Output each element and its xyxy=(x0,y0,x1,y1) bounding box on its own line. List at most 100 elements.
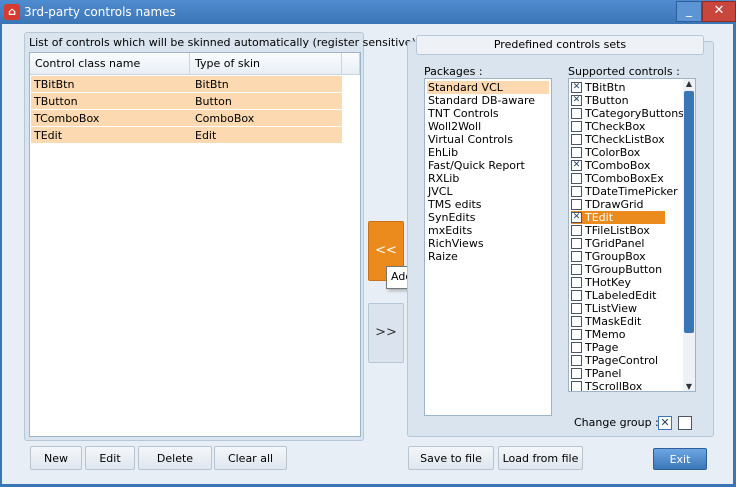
checkbox-icon[interactable] xyxy=(571,316,582,327)
checkbox-icon[interactable] xyxy=(571,238,582,249)
checkbox-icon[interactable] xyxy=(571,368,582,379)
control-item[interactable]: TPage xyxy=(571,341,665,354)
table-row[interactable]: TEdit Edit xyxy=(31,127,342,143)
control-item[interactable]: TMemo xyxy=(571,328,665,341)
package-item[interactable]: Woll2Woll xyxy=(427,120,481,133)
skin-type-cell: Edit xyxy=(195,129,217,142)
control-item[interactable]: ✕ TEdit xyxy=(571,211,665,224)
package-item[interactable]: mxEdits xyxy=(427,224,472,237)
table-row[interactable]: TButton Button xyxy=(31,93,342,109)
package-item[interactable]: Fast/Quick Report xyxy=(427,159,525,172)
package-item[interactable]: EhLib xyxy=(427,146,458,159)
package-item[interactable]: Virtual Controls xyxy=(427,133,513,146)
checkbox-checked-icon[interactable]: ✕ xyxy=(571,160,582,171)
checkbox-icon[interactable] xyxy=(571,134,582,145)
control-item-label: TDateTimePicker xyxy=(585,185,678,198)
control-item[interactable]: TGroupBox xyxy=(571,250,665,263)
package-item[interactable]: Standard DB-aware xyxy=(427,94,535,107)
package-item[interactable]: Standard VCL xyxy=(427,81,549,94)
control-item[interactable]: TCheckListBox xyxy=(571,133,665,146)
supported-controls-list[interactable]: ✕ TBitBtn ✕ TButton TCategoryButtons TCheckBo… xyxy=(568,78,696,392)
control-item[interactable]: TDateTimePicker xyxy=(571,185,678,198)
control-item[interactable]: TFileListBox xyxy=(571,224,665,237)
checkbox-icon[interactable] xyxy=(571,186,582,197)
control-item[interactable]: TColorBox xyxy=(571,146,665,159)
scrollbar-thumb[interactable] xyxy=(684,91,694,333)
control-item[interactable]: TCategoryButtons xyxy=(571,107,684,120)
checkbox-icon[interactable] xyxy=(571,342,582,353)
control-item-label: TComboBoxEx xyxy=(585,172,664,185)
package-item[interactable]: JVCL xyxy=(427,185,453,198)
package-item[interactable]: TNT Controls xyxy=(427,107,499,120)
checkbox-icon[interactable] xyxy=(571,290,582,301)
checkbox-icon[interactable] xyxy=(571,147,582,158)
package-item[interactable]: RichViews xyxy=(427,237,484,250)
package-item[interactable]: RXLib xyxy=(427,172,459,185)
control-item[interactable]: TGridPanel xyxy=(571,237,665,250)
control-item[interactable]: TLabeledEdit xyxy=(571,289,665,302)
minimize-button[interactable]: _ xyxy=(676,1,702,22)
checkbox-icon[interactable] xyxy=(571,225,582,236)
checkbox-icon[interactable] xyxy=(571,173,582,184)
checkbox-icon[interactable] xyxy=(571,251,582,262)
control-item[interactable]: THotKey xyxy=(571,276,665,289)
checkbox-checked-icon[interactable]: ✕ xyxy=(571,82,582,93)
package-item[interactable]: Raize xyxy=(427,250,458,263)
control-item[interactable]: ✕ TBitBtn xyxy=(571,81,665,94)
controls-list[interactable]: Control class name Type of skin TBitBtn B… xyxy=(29,52,361,437)
control-item[interactable]: ✕ TButton xyxy=(571,94,665,107)
checkbox-icon[interactable] xyxy=(571,108,582,119)
change-group-checked-icon[interactable]: ✕ xyxy=(658,416,672,430)
control-item[interactable]: TPageControl xyxy=(571,354,665,367)
checkbox-icon[interactable] xyxy=(571,199,582,210)
checkbox-icon[interactable] xyxy=(571,303,582,314)
table-row[interactable]: TBitBtn BitBtn xyxy=(31,76,342,92)
clear-all-button[interactable]: Clear all xyxy=(214,446,287,470)
checkbox-icon[interactable] xyxy=(571,381,582,391)
delete-button[interactable]: Delete xyxy=(138,446,212,470)
control-item[interactable]: TComboBoxEx xyxy=(571,172,665,185)
control-item-label: TScrollBox xyxy=(585,380,643,392)
package-item[interactable]: TMS edits xyxy=(427,198,482,211)
control-item[interactable]: TCheckBox xyxy=(571,120,665,133)
close-button[interactable]: ✕ xyxy=(702,1,736,22)
control-item[interactable]: TListView xyxy=(571,302,665,315)
package-item[interactable]: SynEdits xyxy=(427,211,476,224)
scroll-up-icon[interactable]: ▲ xyxy=(684,79,694,88)
checkbox-icon[interactable] xyxy=(571,121,582,132)
control-item-label: TButton xyxy=(585,94,629,107)
checkbox-checked-icon[interactable]: ✕ xyxy=(571,95,582,106)
checkbox-icon[interactable] xyxy=(571,277,582,288)
exit-button[interactable]: Exit xyxy=(653,448,707,470)
title-bar: ⌂ 3rd-party controls names _ ✕ xyxy=(0,0,736,24)
checkbox-icon[interactable] xyxy=(571,329,582,340)
scrollbar-track[interactable]: ▲ ▼ xyxy=(683,79,695,391)
control-item[interactable]: TPanel xyxy=(571,367,665,380)
new-button[interactable]: New xyxy=(30,446,82,470)
window-title: 3rd-party controls names xyxy=(24,5,176,19)
load-from-file-button[interactable]: Load from file xyxy=(498,446,583,470)
edit-button[interactable]: Edit xyxy=(85,446,135,470)
control-class-cell: TComboBox xyxy=(34,112,100,125)
control-item[interactable]: TGroupButton xyxy=(571,263,665,276)
control-item-label: TDrawGrid xyxy=(585,198,644,211)
control-item[interactable]: TDrawGrid xyxy=(571,198,665,211)
control-item-label: THotKey xyxy=(585,276,631,289)
save-to-file-button[interactable]: Save to file xyxy=(408,446,494,470)
control-item[interactable]: TMaskEdit xyxy=(571,315,665,328)
remove-package-button[interactable]: >> xyxy=(368,303,404,363)
checkbox-icon[interactable] xyxy=(571,264,582,275)
scroll-down-icon[interactable]: ▼ xyxy=(684,382,694,391)
control-item-label: TPanel xyxy=(585,367,622,380)
column-header-skin[interactable]: Type of skin xyxy=(190,53,342,75)
skin-type-cell: BitBtn xyxy=(195,78,229,91)
control-class-cell: TEdit xyxy=(34,129,63,142)
packages-list[interactable]: Standard VCL Standard DB-aware TNT Control… xyxy=(424,78,552,416)
control-item[interactable]: TScrollBox xyxy=(571,380,665,392)
change-group-unchecked-icon[interactable] xyxy=(678,416,692,430)
checkbox-checked-icon[interactable]: ✕ xyxy=(571,212,582,223)
table-row[interactable]: TComboBox ComboBox xyxy=(31,110,342,126)
checkbox-icon[interactable] xyxy=(571,355,582,366)
column-header-class[interactable]: Control class name xyxy=(30,53,190,75)
control-item[interactable]: ✕ TComboBox xyxy=(571,159,665,172)
